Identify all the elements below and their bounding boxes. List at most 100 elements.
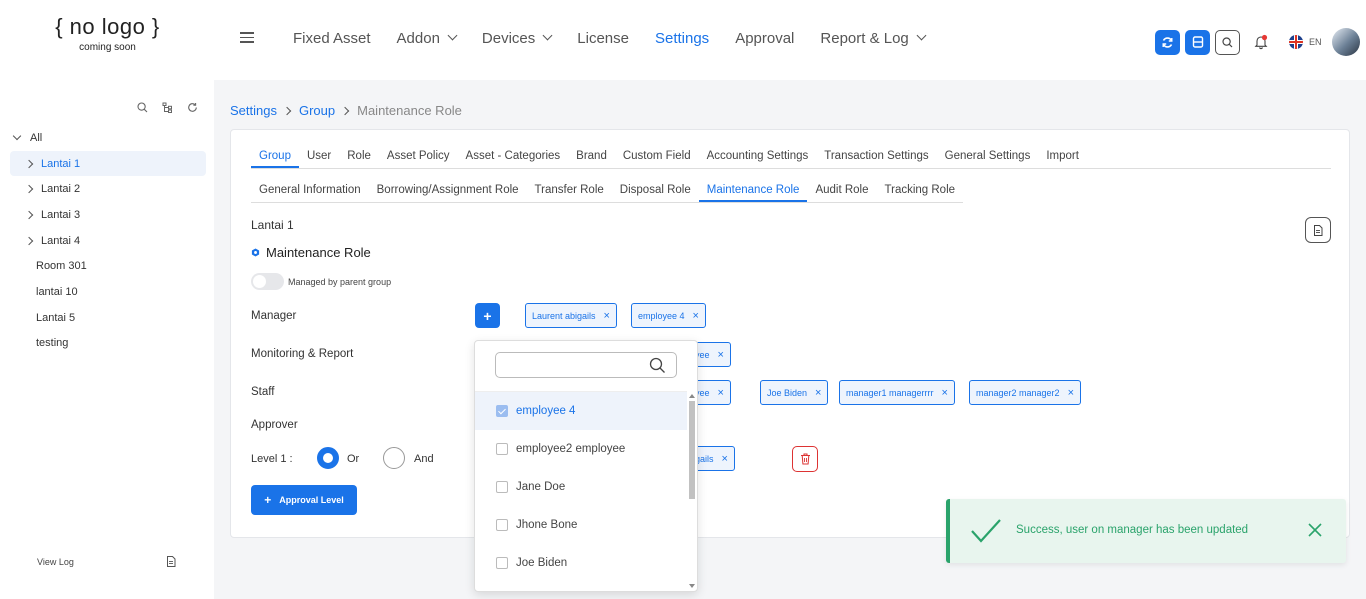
tab-borrowing-assignment-role[interactable]: Borrowing/Assignment Role xyxy=(369,176,527,202)
option-jhone-bone[interactable]: Jhone Bone xyxy=(475,506,687,544)
document-icon xyxy=(1314,224,1323,236)
nav-license[interactable]: License xyxy=(577,30,629,47)
sync-button[interactable] xyxy=(1155,29,1180,55)
remove-tag-icon[interactable]: × xyxy=(942,387,948,399)
tree-item-lantai-4[interactable]: Lantai 4 xyxy=(10,228,206,254)
tree-structure-icon[interactable] xyxy=(162,102,173,113)
checkbox[interactable] xyxy=(496,405,508,417)
remove-tag-icon[interactable]: × xyxy=(815,387,821,399)
list-button[interactable] xyxy=(1185,29,1210,55)
managed-by-parent-row: Managed by parent group xyxy=(251,273,391,290)
refresh-icon[interactable] xyxy=(187,102,198,113)
tab-audit-role[interactable]: Audit Role xyxy=(807,176,876,202)
tree-item-room-301[interactable]: Room 301 xyxy=(10,253,206,279)
scroll-up-arrow[interactable] xyxy=(689,394,695,398)
checkbox[interactable] xyxy=(496,557,508,569)
tab-user[interactable]: User xyxy=(299,143,339,168)
managed-by-parent-toggle[interactable] xyxy=(251,273,284,290)
tab-custom-field[interactable]: Custom Field xyxy=(615,143,699,168)
tree-item-lantai-3[interactable]: Lantai 3 xyxy=(10,202,206,228)
nav-fixed-asset[interactable]: Fixed Asset xyxy=(293,30,371,47)
close-icon[interactable] xyxy=(1308,523,1322,537)
manager-label: Manager xyxy=(251,310,297,322)
remove-tag-icon[interactable]: × xyxy=(718,387,724,399)
option-employee2-employee[interactable]: employee2 employee xyxy=(475,430,687,468)
logo-text: { no logo } xyxy=(55,14,160,39)
checkbox[interactable] xyxy=(496,481,508,493)
tab-general-information[interactable]: General Information xyxy=(251,176,369,202)
search-icon[interactable] xyxy=(137,102,148,113)
checkbox[interactable] xyxy=(496,443,508,455)
tab-role[interactable]: Role xyxy=(339,143,379,168)
tree-label: testing xyxy=(36,337,69,350)
tab-import[interactable]: Import xyxy=(1038,143,1087,168)
tag-label: manager2 manager2 xyxy=(976,387,1060,398)
staff-tag: Joe Biden × xyxy=(760,380,829,405)
remove-tag-icon[interactable]: × xyxy=(693,310,699,322)
tree-root-all[interactable]: All xyxy=(10,125,206,151)
tab-disposal-role[interactable]: Disposal Role xyxy=(612,176,699,202)
notification-button[interactable] xyxy=(1253,34,1269,50)
tab-maintenance-role[interactable]: Maintenance Role xyxy=(698,176,808,202)
checkbox[interactable] xyxy=(496,519,508,531)
radio-or[interactable] xyxy=(317,447,339,469)
user-select-dropdown: employee 4 employee2 employee Jane Doe J… xyxy=(474,340,698,592)
radio-and[interactable] xyxy=(383,447,405,469)
dropdown-search-input[interactable] xyxy=(495,352,677,378)
document-button[interactable] xyxy=(1305,217,1331,243)
checkmark-icon xyxy=(971,519,1001,543)
approver-label: Approver xyxy=(251,419,298,431)
search-button[interactable] xyxy=(1215,29,1240,55)
tree-item-lantai-2[interactable]: Lantai 2 xyxy=(10,176,206,202)
uk-flag-icon[interactable] xyxy=(1289,35,1303,49)
tree-item-lantai-10[interactable]: lantai 10 xyxy=(10,279,206,305)
hamburger-menu-icon[interactable] xyxy=(240,32,254,44)
remove-tag-icon[interactable]: × xyxy=(604,310,610,322)
remove-tag-icon[interactable]: × xyxy=(718,349,724,361)
breadcrumb-group[interactable]: Group xyxy=(299,103,335,118)
delete-level-button[interactable] xyxy=(792,446,818,472)
trash-icon xyxy=(800,453,810,465)
remove-tag-icon[interactable]: × xyxy=(1068,387,1074,399)
group-name: Lantai 1 xyxy=(251,218,294,232)
nav-devices[interactable]: Devices xyxy=(482,30,553,47)
nav-report-log[interactable]: Report & Log xyxy=(820,30,927,47)
chevron-down-icon xyxy=(916,30,927,41)
option-joe-biden[interactable]: Joe Biden xyxy=(475,544,687,582)
tab-asset-categories[interactable]: Asset - Categories xyxy=(458,143,569,168)
document-icon[interactable] xyxy=(166,556,176,567)
option-jane-doe[interactable]: Jane Doe xyxy=(475,468,687,506)
logo[interactable]: { no logo } coming soon xyxy=(50,14,165,53)
tree-label: Lantai 4 xyxy=(41,234,81,247)
nav-addon[interactable]: Addon xyxy=(397,30,458,47)
add-approval-level-button[interactable]: + Approval Level xyxy=(251,485,357,515)
tab-accounting-settings[interactable]: Accounting Settings xyxy=(699,143,817,168)
scroll-down-arrow[interactable] xyxy=(689,584,695,588)
nav-approval[interactable]: Approval xyxy=(735,30,794,47)
chevron-right-icon xyxy=(24,184,34,194)
breadcrumb-settings[interactable]: Settings xyxy=(230,103,277,118)
tab-tracking-role[interactable]: Tracking Role xyxy=(877,176,964,202)
avatar[interactable] xyxy=(1331,28,1360,56)
logo-subtext: coming soon xyxy=(79,42,136,53)
tab-brand[interactable]: Brand xyxy=(568,143,615,168)
tab-general-settings[interactable]: General Settings xyxy=(937,143,1039,168)
tab-group[interactable]: Group xyxy=(251,143,299,168)
tree-item-lantai-5[interactable]: Lantai 5 xyxy=(10,305,206,331)
view-log-link[interactable]: View Log xyxy=(37,557,74,567)
add-manager-button[interactable]: + xyxy=(475,303,500,328)
option-employee-4[interactable]: employee 4 xyxy=(475,392,687,430)
remove-tag-icon[interactable]: × xyxy=(722,453,728,465)
tree-item-testing[interactable]: testing xyxy=(10,331,206,357)
tab-asset-policy[interactable]: Asset Policy xyxy=(379,143,458,168)
dropdown-scrollbar[interactable] xyxy=(688,393,696,589)
nav-settings[interactable]: Settings xyxy=(655,30,709,47)
language-label[interactable]: EN xyxy=(1309,37,1322,47)
tab-transaction-settings[interactable]: Transaction Settings xyxy=(816,143,936,168)
chevron-down-icon xyxy=(542,30,553,41)
radio-or-label: Or xyxy=(347,453,360,465)
scroll-thumb[interactable] xyxy=(689,401,695,499)
tab-transfer-role[interactable]: Transfer Role xyxy=(527,176,612,202)
tree-item-lantai-1[interactable]: Lantai 1 xyxy=(10,150,206,177)
option-label: Jhone Bone xyxy=(516,519,578,531)
